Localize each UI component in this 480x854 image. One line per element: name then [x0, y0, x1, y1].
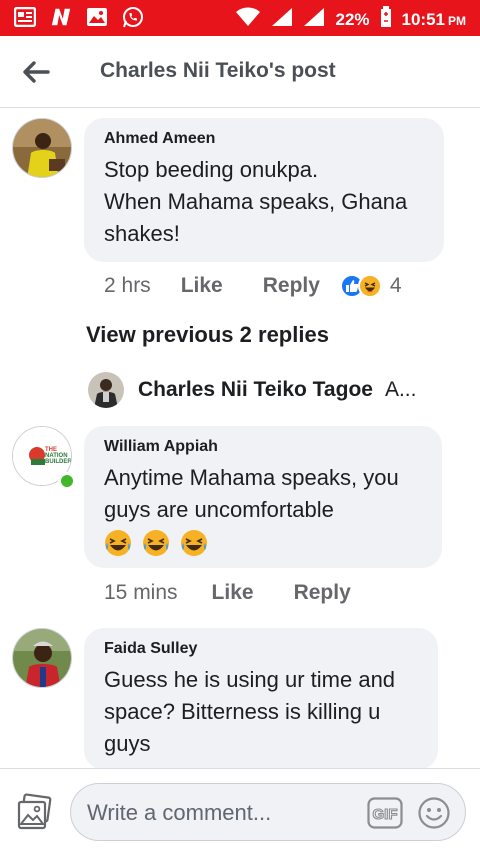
- gif-button[interactable]: GIF: [367, 797, 403, 829]
- comment-actions: 15 mins Like Reply: [104, 581, 391, 605]
- signal-icon-2: [303, 7, 325, 32]
- comment-bubble[interactable]: Faida Sulley Guess he is using ur time a…: [84, 628, 438, 770]
- notification-icons: [14, 6, 144, 28]
- like-button[interactable]: Like: [212, 581, 254, 605]
- photo-icon: [17, 793, 52, 830]
- reaction-summary[interactable]: 4: [339, 274, 402, 298]
- clock: 10:51 PM: [401, 9, 466, 29]
- wifi-icon: [235, 7, 261, 32]
- comment-actions: 2 hrs Like Reply 4: [104, 274, 402, 298]
- laughing-emoji-icon: [181, 530, 208, 557]
- status-bar: 22% 10:51 PM: [0, 0, 480, 36]
- comment-time: 15 mins: [104, 581, 178, 604]
- system-status: 22% 10:51 PM: [235, 6, 466, 33]
- photo-button[interactable]: [16, 793, 54, 831]
- svg-text:BUILDER: BUILDER: [45, 459, 72, 465]
- comment-text: Guess he is using ur time and space? Bit…: [104, 667, 396, 756]
- comment-composer-bar: GIF: [0, 768, 480, 854]
- laughing-emoji-icon: [143, 530, 170, 557]
- avatar[interactable]: [12, 118, 72, 178]
- gallery-icon: [86, 6, 108, 28]
- whatsapp-icon: [122, 6, 144, 28]
- comment-bubble[interactable]: Ahmed Ameen Stop beeding onukpa. When Ma…: [84, 118, 444, 262]
- arrow-left-icon: [23, 61, 50, 83]
- comment-author[interactable]: William Appiah: [104, 438, 422, 456]
- emoji-button[interactable]: [417, 796, 451, 830]
- post-header: Charles Nii Teiko's post: [0, 36, 480, 108]
- reply-author: Charles Nii Teiko Tagoe: [138, 378, 373, 401]
- online-status-icon: [58, 472, 76, 490]
- avatar[interactable]: [12, 628, 72, 688]
- comment-time: 2 hrs: [104, 274, 151, 297]
- reply-ellipsis: ...: [398, 378, 417, 401]
- signal-icon: [271, 7, 293, 32]
- laughing-emoji-icon: [105, 530, 131, 557]
- avatar[interactable]: [88, 372, 124, 408]
- comment-input[interactable]: [87, 796, 357, 830]
- reply-button[interactable]: Reply: [294, 581, 351, 605]
- smiley-icon: [418, 797, 450, 829]
- comment-author[interactable]: Faida Sulley: [104, 640, 418, 658]
- comment-author[interactable]: Ahmed Ameen: [104, 130, 424, 148]
- comment-bubble[interactable]: William Appiah Anytime Mahama speaks, yo…: [84, 426, 442, 568]
- comment-input-container: GIF: [70, 783, 466, 841]
- reply-preview[interactable]: Charles Nii Teiko Tagoe A ...: [88, 370, 468, 410]
- n-app-icon: [50, 6, 72, 28]
- gif-icon: GIF: [367, 797, 403, 829]
- svg-text:GIF: GIF: [373, 806, 398, 823]
- emoji-row: [104, 526, 422, 558]
- haha-reaction-icon: [357, 274, 382, 298]
- battery-percent: 22%: [335, 9, 370, 29]
- comment-text: Stop beeding onukpa. When Mahama speaks,…: [104, 157, 408, 246]
- reply-snippet: A: [384, 378, 399, 401]
- like-button[interactable]: Like: [181, 274, 223, 298]
- view-previous-replies[interactable]: View previous 2 replies: [86, 322, 329, 348]
- reaction-count: 4: [389, 274, 402, 297]
- comment-text: Anytime Mahama speaks, you guys are unco…: [104, 462, 422, 558]
- reply-button[interactable]: Reply: [263, 274, 320, 298]
- back-button[interactable]: [18, 54, 54, 90]
- news-icon: [14, 6, 36, 28]
- battery-charging-icon: [380, 6, 392, 33]
- page-title: Charles Nii Teiko's post: [100, 59, 336, 82]
